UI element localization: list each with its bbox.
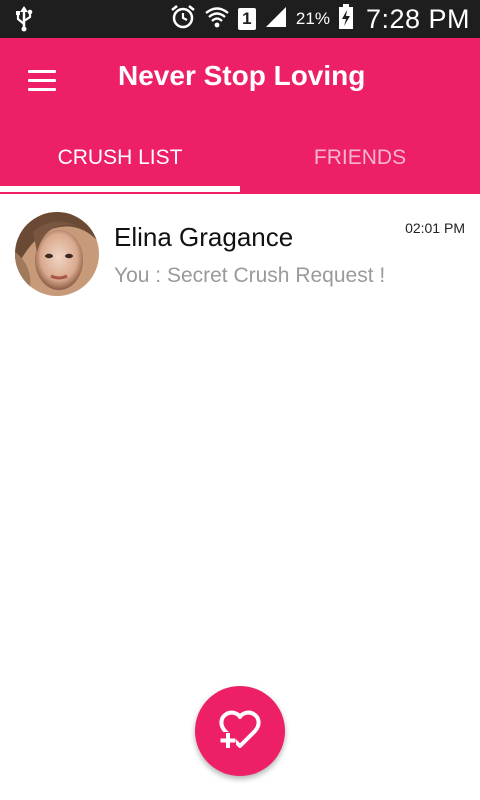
message-timestamp: 02:01 PM xyxy=(405,220,465,236)
status-icons: 1 21% 7:28 PM xyxy=(170,0,470,38)
tab-crush-list[interactable]: CRUSH LIST xyxy=(0,132,240,194)
tab-crush-list-label: CRUSH LIST xyxy=(57,146,183,169)
app-bar: Never Stop Loving CRUSH LIST FRIENDS xyxy=(0,38,480,194)
alarm-icon xyxy=(170,4,196,35)
list-item[interactable]: Elina Gragance You : Secret Crush Reques… xyxy=(0,206,480,306)
heart-plus-icon xyxy=(217,708,263,755)
contact-name: Elina Gragance xyxy=(114,222,294,252)
sim-icon: 1 xyxy=(237,8,256,30)
status-bar: 1 21% 7:28 PM xyxy=(0,0,480,38)
tab-friends-label: FRIENDS xyxy=(313,146,407,169)
app-title: Never Stop Loving xyxy=(118,60,366,91)
signal-icon xyxy=(264,5,288,34)
last-message: You : Secret Crush Request ! xyxy=(114,264,386,287)
wifi-icon xyxy=(204,4,230,35)
add-crush-button[interactable] xyxy=(195,686,285,776)
hamburger-menu-icon[interactable] xyxy=(24,66,64,96)
tab-indicator xyxy=(0,186,240,192)
tab-friends[interactable]: FRIENDS xyxy=(240,132,480,194)
avatar xyxy=(15,212,99,296)
battery-percent: 21% xyxy=(295,9,330,28)
clock: 7:28 PM xyxy=(365,3,470,34)
battery-charging-icon xyxy=(338,3,354,35)
usb-icon xyxy=(14,6,34,37)
